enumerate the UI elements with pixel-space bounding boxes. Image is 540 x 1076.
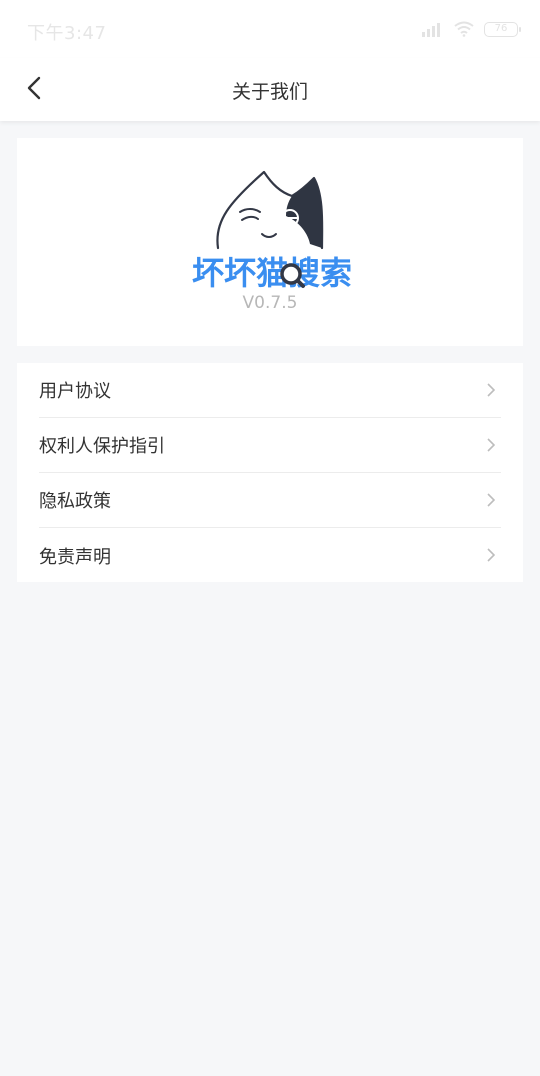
page-title: 关于我们 (231, 81, 308, 103)
wifi-icon (454, 21, 474, 37)
menu-item-rights-holder-guide[interactable]: 权利人保护指引 (39, 418, 501, 473)
status-icons: 76 (422, 20, 521, 38)
menu-item-disclaimer[interactable]: 免责声明 (39, 528, 501, 583)
menu-item-label: 隐私政策 (39, 491, 111, 512)
app-info-card: 坏坏猫搜索 V0.7.5 (17, 138, 523, 346)
app-version: V0.7.5 (242, 293, 298, 313)
chevron-right-icon (487, 437, 496, 456)
menu-item-label: 用户协议 (39, 381, 111, 402)
menu-list: 用户协议 权利人保护指引 隐私政策 免责声明 (17, 363, 523, 582)
status-bar: 下午3:47 76 (0, 0, 540, 58)
menu-item-label: 免责声明 (39, 546, 111, 568)
status-time: 下午3:47 (27, 23, 107, 44)
chevron-right-icon (487, 382, 496, 401)
chevron-right-icon (487, 492, 496, 511)
chevron-right-icon (487, 547, 496, 566)
menu-item-privacy-policy[interactable]: 隐私政策 (39, 473, 501, 528)
app-logo: 坏坏猫搜索 (192, 170, 352, 290)
logo-text: 坏坏猫搜索 (192, 254, 352, 290)
signal-icon (422, 21, 444, 37)
menu-item-user-agreement[interactable]: 用户协议 (39, 363, 501, 418)
battery-icon: 76 (484, 21, 521, 37)
menu-item-label: 权利人保护指引 (39, 436, 165, 457)
nav-bar: 关于我们 (0, 58, 540, 121)
